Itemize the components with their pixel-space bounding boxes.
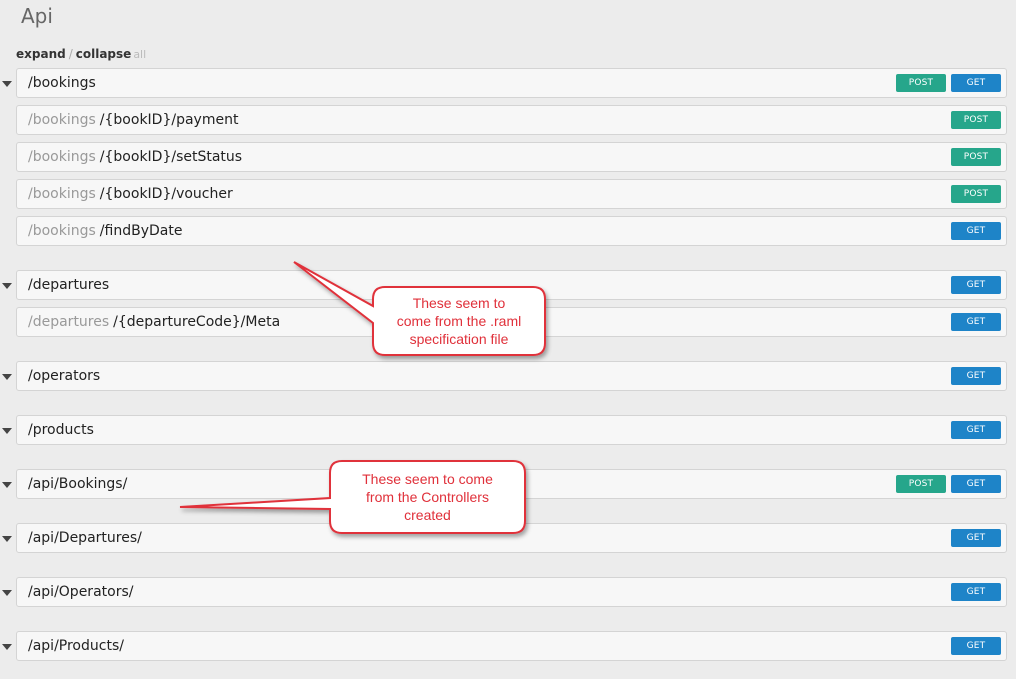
method-group: POST: [951, 111, 1001, 129]
resource-path-label: /products: [28, 422, 94, 438]
toggle-arrow-icon[interactable]: [2, 482, 12, 488]
callout-line: come from the .raml: [396, 313, 522, 329]
resource-path[interactable]: /api/Operators/: [28, 578, 133, 607]
toggle-arrow-icon[interactable]: [2, 283, 12, 289]
post-method-button[interactable]: POST: [951, 111, 1001, 129]
callout-controllers: These seem to come from the Controllers …: [332, 470, 523, 524]
post-method-button[interactable]: POST: [951, 185, 1001, 203]
resource-row[interactable]: /api/Departures/GET: [16, 523, 1007, 553]
callout-raml: These seem to come from the .raml specif…: [375, 294, 543, 348]
page-title: Api: [21, 4, 53, 28]
callout-line: specification file: [409, 331, 509, 347]
post-method-button[interactable]: POST: [896, 475, 946, 493]
resource-path[interactable]: /bookings/findByDate: [28, 217, 182, 246]
toggle-arrow-icon[interactable]: [2, 536, 12, 542]
resource-parent-path: /bookings: [28, 149, 96, 165]
resource-subrow[interactable]: /bookings/{bookID}/voucher POST: [16, 179, 1007, 209]
callout-line: These seem to come: [362, 471, 493, 487]
method-group: GET: [951, 313, 1001, 331]
callout-line: These seem to: [412, 295, 506, 311]
method-group: GET: [951, 637, 1001, 655]
method-group: GET: [951, 583, 1001, 601]
expand-link[interactable]: expand: [16, 47, 66, 61]
resource-parent-path: /bookings: [28, 186, 96, 202]
resource-row[interactable]: /bookings POST GET: [16, 68, 1007, 98]
post-method-button[interactable]: POST: [951, 148, 1001, 166]
resource-subrow[interactable]: /bookings/{bookID}/setStatus POST: [16, 142, 1007, 172]
resource-parent-path: /bookings: [28, 112, 96, 128]
resource-path[interactable]: /api/Products/: [28, 632, 124, 661]
resource-path-label: /{bookID}/voucher: [99, 186, 233, 202]
resource-path[interactable]: /bookings/{bookID}/voucher: [28, 180, 233, 209]
expand-collapse-controls: expand / collapse all: [16, 47, 146, 61]
get-method-button[interactable]: GET: [951, 74, 1001, 92]
resource-path-label: /bookings: [28, 75, 96, 91]
method-group: GET: [951, 367, 1001, 385]
method-group: GET: [951, 529, 1001, 547]
resource-subrow[interactable]: /bookings/findByDate GET: [16, 216, 1007, 246]
resource-parent-path: /bookings: [28, 223, 96, 239]
resource-path[interactable]: /api/Departures/: [28, 524, 142, 553]
resource-parent-path: /departures: [28, 314, 110, 330]
resource-row[interactable]: /api/Products/GET: [16, 631, 1007, 661]
get-method-button[interactable]: GET: [951, 475, 1001, 493]
get-method-button[interactable]: GET: [951, 313, 1001, 331]
toggle-arrow-icon[interactable]: [2, 374, 12, 380]
resource-path[interactable]: /bookings: [28, 69, 96, 98]
resource-subrow[interactable]: /bookings/{bookID}/payment POST: [16, 105, 1007, 135]
resource-path-label: /{departureCode}/Meta: [113, 314, 281, 330]
method-group: GET: [951, 421, 1001, 439]
resource-path[interactable]: /departures/{departureCode}/Meta: [28, 308, 280, 337]
get-method-button[interactable]: GET: [951, 276, 1001, 294]
resource-path[interactable]: /departures: [28, 271, 109, 300]
resource-row[interactable]: /products GET: [16, 415, 1007, 445]
toggle-arrow-icon[interactable]: [2, 428, 12, 434]
resource-path-label: /operators: [28, 368, 101, 384]
resource-path-label: /{bookID}/setStatus: [99, 149, 243, 165]
resource-path-label: /api/Products/: [28, 638, 124, 654]
callout-line: from the Controllers: [366, 489, 489, 505]
get-method-button[interactable]: GET: [951, 637, 1001, 655]
resource-row[interactable]: /operators GET: [16, 361, 1007, 391]
get-method-button[interactable]: GET: [951, 583, 1001, 601]
resource-row[interactable]: /api/Operators/GET: [16, 577, 1007, 607]
resource-path[interactable]: /products: [28, 416, 94, 445]
resource-path[interactable]: /bookings/{bookID}/setStatus: [28, 143, 242, 172]
resource-path-label: /api/Operators/: [28, 584, 134, 600]
toggle-arrow-icon[interactable]: [2, 81, 12, 87]
resource-path-label: /api/Departures/: [28, 530, 142, 546]
resource-path[interactable]: /api/Bookings/: [28, 470, 127, 499]
all-label: all: [133, 48, 147, 61]
get-method-button[interactable]: GET: [951, 529, 1001, 547]
resource-path[interactable]: /operators: [28, 362, 100, 391]
get-method-button[interactable]: GET: [951, 421, 1001, 439]
resource-path[interactable]: /bookings/{bookID}/payment: [28, 106, 238, 135]
resource-path-label: /departures: [28, 277, 110, 293]
method-group: POST: [951, 148, 1001, 166]
resource-path-label: /findByDate: [99, 223, 183, 239]
get-method-button[interactable]: GET: [951, 222, 1001, 240]
collapse-link[interactable]: collapse: [76, 47, 132, 61]
resource-path-label: /{bookID}/payment: [99, 112, 239, 128]
method-group: GET: [951, 276, 1001, 294]
method-group: POST GET: [896, 475, 1001, 493]
callout-line: created: [404, 507, 451, 523]
post-method-button[interactable]: POST: [896, 74, 946, 92]
method-group: POST GET: [896, 74, 1001, 92]
toggle-arrow-icon[interactable]: [2, 590, 12, 596]
separator: /: [68, 47, 73, 61]
resource-path-label: /api/Bookings/: [28, 476, 128, 492]
method-group: GET: [951, 222, 1001, 240]
get-method-button[interactable]: GET: [951, 367, 1001, 385]
toggle-arrow-icon[interactable]: [2, 644, 12, 650]
method-group: POST: [951, 185, 1001, 203]
